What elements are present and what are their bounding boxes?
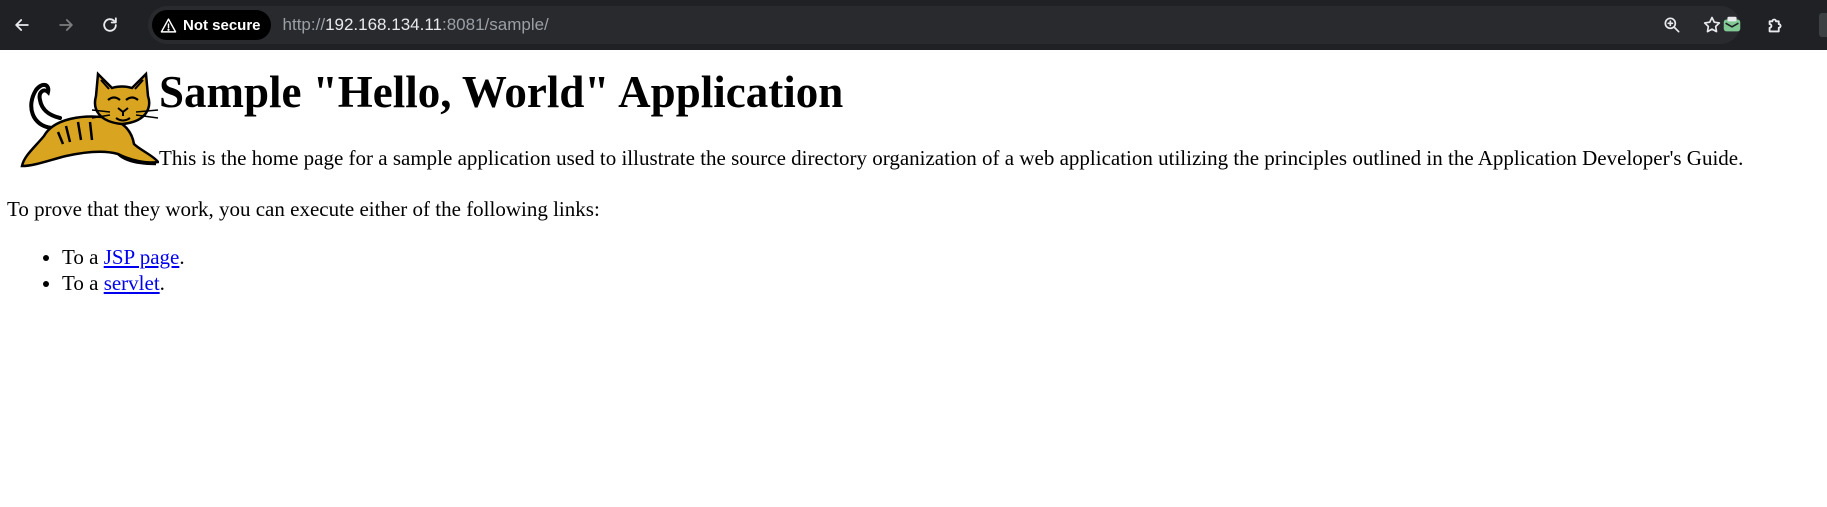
forward-button[interactable] [44, 5, 88, 45]
list-item: To a JSP page. [62, 244, 185, 270]
back-button[interactable] [0, 5, 44, 45]
mail-extension-icon [1723, 16, 1741, 32]
address-bar[interactable]: Not secure http://192.168.134.11:8081/sa… [148, 6, 1740, 44]
list-item: To a servlet. [62, 270, 185, 296]
page-content: Sample "Hello, World" Application This i… [0, 50, 1827, 295]
list-item-prefix: To a [62, 271, 104, 295]
url-scheme: http:// [282, 15, 326, 34]
warning-icon [160, 17, 177, 33]
reload-button[interactable] [88, 5, 132, 45]
security-indicator[interactable]: Not secure [152, 10, 271, 40]
tomcat-logo [20, 71, 159, 168]
reload-icon [103, 17, 117, 32]
page-title: Sample "Hello, World" Application [159, 67, 844, 117]
url-text[interactable]: http://192.168.134.11:8081/sample/ [283, 15, 549, 35]
security-label: Not secure [183, 16, 261, 34]
forward-arrow-icon [59, 19, 73, 31]
jsp-page-link[interactable]: JSP page [104, 245, 180, 269]
servlet-link[interactable]: servlet [104, 271, 160, 295]
zoom-button[interactable] [1652, 8, 1692, 42]
url-path: :8081/sample/ [441, 15, 549, 34]
extensions-button[interactable] [1754, 5, 1798, 45]
zoom-icon [1664, 17, 1680, 33]
list-item-prefix: To a [62, 245, 104, 269]
list-item-suffix: . [179, 245, 185, 269]
puzzle-extension-icon [1768, 18, 1782, 33]
side-panel-edge [1819, 13, 1827, 37]
browser-toolbar: Not secure http://192.168.134.11:8081/sa… [0, 0, 1827, 50]
intro-paragraph: This is the home page for a sample appli… [159, 146, 1744, 170]
prove-paragraph: To prove that they work, you can execute… [7, 197, 600, 221]
link-list: To a JSP page. To a servlet. [20, 244, 185, 296]
list-item-suffix: . [159, 271, 165, 295]
page-header: Sample "Hello, World" Application This i… [7, 50, 1820, 170]
url-host: 192.168.134.11 [325, 15, 442, 34]
back-arrow-icon [15, 19, 29, 31]
mail-extension-button[interactable] [1710, 5, 1754, 45]
extensions-area [1710, 5, 1798, 45]
